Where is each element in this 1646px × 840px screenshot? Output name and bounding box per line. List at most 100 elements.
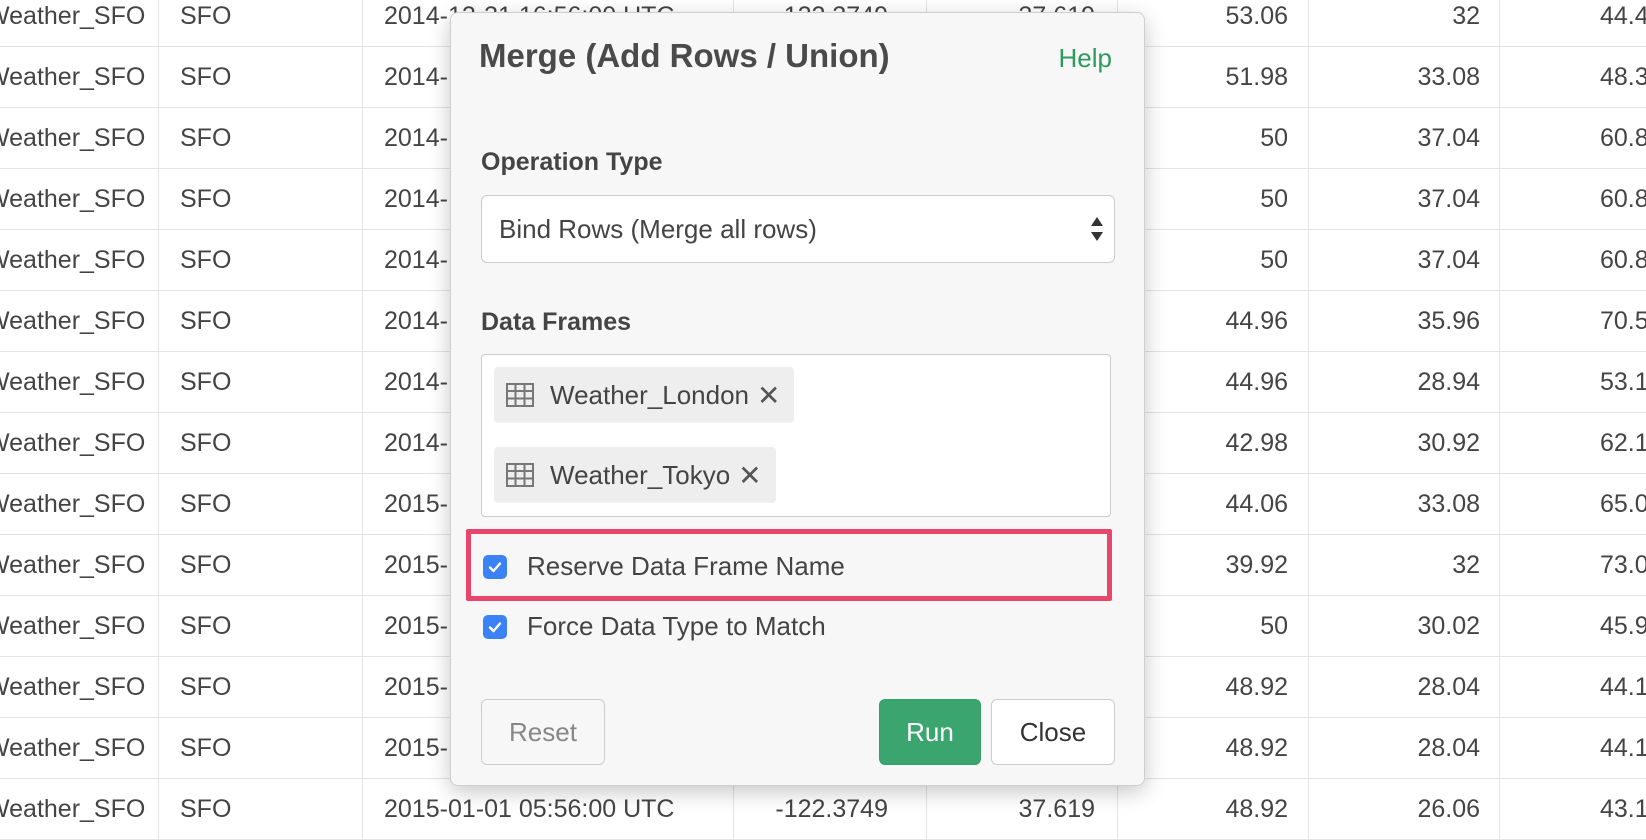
force-type-checkbox[interactable]	[483, 614, 507, 639]
cell-dewpoint: 32	[1310, 0, 1480, 46]
cell-temperature: 50	[1120, 230, 1288, 290]
cell-humidity: 48.3	[1600, 47, 1646, 107]
close-button[interactable]: Close	[991, 699, 1115, 765]
cell-text: 44.4	[1600, 2, 1646, 30]
cell-text: 73.0	[1600, 551, 1646, 579]
data-frame-chip[interactable]: Weather_Tokyo ✕	[494, 447, 776, 503]
cell-text: 2014-	[384, 63, 448, 91]
cell-dewpoint: 33.08	[1310, 474, 1480, 534]
cell-text: 2015-	[384, 490, 448, 518]
cell-humidity: 60.8	[1600, 230, 1646, 290]
cell-dewpoint: 32	[1310, 535, 1480, 595]
cell-text: 2015-	[384, 612, 448, 640]
cell-data-frame: Weather_SFO	[0, 779, 160, 839]
cell-text: 30.92	[1417, 429, 1480, 457]
cell-temperature: 50	[1120, 169, 1288, 229]
cell-humidity: 73.0	[1600, 535, 1646, 595]
reserve-name-label: Reserve Data Frame Name	[527, 551, 845, 581]
cell-humidity: 53.1	[1600, 352, 1646, 412]
cell-temperature: 48.92	[1120, 779, 1288, 839]
cell-text: 70.5	[1600, 307, 1646, 335]
data-frame-name: Weather_London	[550, 379, 750, 410]
cell-humidity: 62.1	[1600, 413, 1646, 473]
cell-text: -122.3749	[775, 795, 888, 823]
cell-dewpoint: 35.96	[1310, 291, 1480, 351]
cell-text: Weather_SFO	[0, 2, 146, 30]
cell-dewpoint: 37.04	[1310, 169, 1480, 229]
cell-text: 48.92	[1225, 673, 1288, 701]
cell-dewpoint: 28.04	[1310, 657, 1480, 717]
help-link[interactable]: Help	[1059, 43, 1112, 74]
force-type-label: Force Data Type to Match	[527, 611, 826, 641]
close-icon[interactable]: ✕	[738, 459, 761, 492]
cell-text: 50	[1260, 185, 1288, 213]
cell-dewpoint: 30.92	[1310, 413, 1480, 473]
cell-text: 44.1	[1600, 734, 1646, 762]
data-frame-chip[interactable]: Weather_London ✕	[494, 367, 795, 423]
cell-temperature: 51.98	[1120, 47, 1288, 107]
cell-dewpoint: 28.94	[1310, 352, 1480, 412]
cell-text: Weather_SFO	[0, 551, 146, 579]
cell-temperature: 48.92	[1120, 718, 1288, 778]
cell-text: 2014-	[384, 246, 448, 274]
cell-text: 2015-01-01 05:56:00 UTC	[384, 795, 675, 823]
cell-text: 53.1	[1600, 368, 1646, 396]
cell-data-frame: Weather_SFO	[0, 657, 160, 717]
cell-data-frame: Weather_SFO	[0, 413, 160, 473]
cell-text: SFO	[180, 429, 232, 457]
cell-text: 28.94	[1417, 368, 1480, 396]
cell-data-frame: Weather_SFO	[0, 474, 160, 534]
cell-text: Weather_SFO	[0, 795, 146, 823]
cell-text: 53.06	[1225, 2, 1288, 30]
cell-text: SFO	[180, 307, 232, 335]
cell-data-frame: Weather_SFO	[0, 291, 160, 351]
cell-text: SFO	[180, 734, 232, 762]
cell-text: 35.96	[1417, 307, 1480, 335]
reset-button[interactable]: Reset	[481, 699, 605, 765]
cell-text: 60.8	[1600, 246, 1646, 274]
cell-temperature: 44.96	[1120, 291, 1288, 351]
cell-humidity: 60.8	[1600, 169, 1646, 229]
operation-type-value: Bind Rows (Merge all rows)	[499, 214, 817, 244]
run-button[interactable]: Run	[879, 699, 981, 765]
cell-text: Weather_SFO	[0, 490, 146, 518]
cell-text: 2014-	[384, 185, 448, 213]
reserve-name-checkbox[interactable]	[483, 554, 507, 579]
data-frames-input[interactable]: Weather_London ✕ Weather_Tokyo ✕	[481, 354, 1111, 517]
cell-text: Weather_SFO	[0, 185, 146, 213]
cell-text: Weather_SFO	[0, 246, 146, 274]
cell-humidity: 44.1	[1600, 718, 1646, 778]
cell-text: SFO	[180, 551, 232, 579]
force-type-option[interactable]: Force Data Type to Match	[483, 611, 826, 642]
cell-text: 45.9	[1600, 612, 1646, 640]
cell-temperature: 53.06	[1120, 0, 1288, 46]
cell-airport: SFO	[180, 718, 360, 778]
cell-text: 44.96	[1225, 307, 1288, 335]
cell-temperature: 39.92	[1120, 535, 1288, 595]
cell-text: 2015-	[384, 673, 448, 701]
table-row: Weather_SFO SFO 2015-01-01 05:56:00 UTC -12…	[0, 779, 1646, 840]
cell-data-frame: Weather_SFO	[0, 535, 160, 595]
cell-text: 28.04	[1417, 734, 1480, 762]
cell-text: Weather_SFO	[0, 307, 146, 335]
close-icon[interactable]: ✕	[757, 379, 780, 412]
cell-dewpoint: 37.04	[1310, 108, 1480, 168]
cell-airport: SFO	[180, 779, 360, 839]
cell-text: SFO	[180, 490, 232, 518]
cell-airport: SFO	[180, 169, 360, 229]
cell-text: SFO	[180, 368, 232, 396]
cell-airport: SFO	[180, 47, 360, 107]
cell-text: SFO	[180, 612, 232, 640]
cell-time: 2015-01-01 05:56:00 UTC	[384, 779, 714, 839]
cell-data-frame: Weather_SFO	[0, 47, 160, 107]
cell-temperature: 50	[1120, 108, 1288, 168]
reserve-name-option[interactable]: Reserve Data Frame Name	[483, 551, 845, 582]
cell-dewpoint: 33.08	[1310, 47, 1480, 107]
cell-temperature: 44.96	[1120, 352, 1288, 412]
cell-text: 50	[1260, 246, 1288, 274]
cell-airport: SFO	[180, 657, 360, 717]
cell-text: 48.92	[1225, 795, 1288, 823]
cell-text: 32	[1452, 2, 1480, 30]
operation-type-select[interactable]: Bind Rows (Merge all rows)	[481, 195, 1115, 263]
cell-text: SFO	[180, 63, 232, 91]
